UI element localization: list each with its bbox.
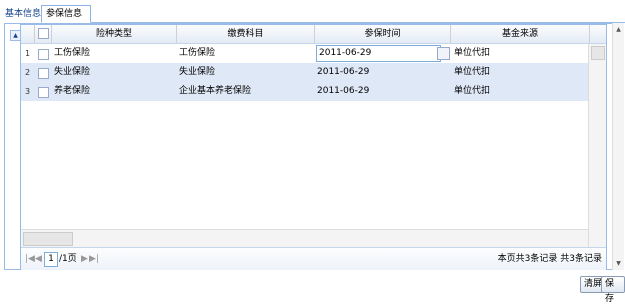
first-page-icon[interactable]: |◀ <box>25 248 35 270</box>
cell-type: 工伤保险 <box>54 48 91 58</box>
grid-horizontal-scrollbar[interactable] <box>21 229 588 247</box>
column-header-subject[interactable]: 缴费科目 <box>177 25 315 43</box>
row-number: 3 <box>24 87 31 96</box>
cell-subject: 失业保险 <box>179 67 216 77</box>
tab-bar: 基本信息 参保信息 <box>0 0 625 23</box>
page-vertical-scrollbar[interactable]: ▲ ▼ <box>612 23 624 270</box>
date-editor-value: 2011-06-29 <box>319 48 372 58</box>
date-editor-field[interactable]: 2011-06-29 <box>316 45 441 62</box>
row-number-header <box>21 25 35 43</box>
cell-subject: 工伤保险 <box>179 48 216 58</box>
next-page-icon[interactable]: ▶ <box>81 248 88 270</box>
total-pages-label: /1页 <box>59 254 77 264</box>
page-number-input[interactable]: 1 <box>44 252 58 267</box>
column-header-type[interactable]: 险种类型 <box>52 25 177 43</box>
calendar-icon[interactable] <box>437 47 450 60</box>
save-button[interactable]: 保存 <box>601 276 625 304</box>
grid-header: 险种类型 缴费科目 参保时间 基金来源 <box>21 25 606 44</box>
cell-source: 单位代扣 <box>454 67 491 77</box>
table-row[interactable]: 3 养老保险 企业基本养老保险 2011-06-29 单位代扣 <box>21 82 588 101</box>
row-number: 1 <box>24 49 31 58</box>
tab-insurance-info[interactable]: 参保信息 <box>41 5 91 23</box>
column-header-date[interactable]: 参保时间 <box>315 25 451 43</box>
cell-type: 失业保险 <box>54 67 91 77</box>
table-row[interactable]: 1 工伤保险 工伤保险 2011-06-29 单位代扣 <box>21 44 588 63</box>
insurance-grid: 险种类型 缴费科目 参保时间 基金来源 1 工伤保险 工伤保险 2011-06-… <box>20 24 607 270</box>
column-header-source[interactable]: 基金来源 <box>451 25 590 43</box>
row-checkbox[interactable] <box>38 68 49 79</box>
grid-vertical-scrollbar[interactable] <box>588 44 606 247</box>
row-checkbox[interactable] <box>38 87 49 98</box>
cell-source: 单位代扣 <box>454 86 491 96</box>
scroll-up-icon[interactable]: ▲ <box>614 25 623 34</box>
grid-horizontal-thumb[interactable] <box>23 232 73 246</box>
table-row[interactable]: 2 失业保险 失业保险 2011-06-29 单位代扣 <box>21 63 588 82</box>
cell-date: 2011-06-29 <box>317 67 370 77</box>
grid-vertical-thumb[interactable] <box>591 46 605 60</box>
cell-subject: 企业基本养老保险 <box>179 86 252 96</box>
cell-date: 2011-06-29 <box>317 86 370 96</box>
select-all-checkbox[interactable] <box>38 28 49 39</box>
pagination-bar: |◀ ◀ 1 /1页 ▶ ▶| 本页共3条记录 共3条记录 <box>21 247 606 270</box>
scroll-down-icon[interactable]: ▼ <box>614 259 623 268</box>
row-number: 2 <box>24 68 31 77</box>
prev-page-icon[interactable]: ◀ <box>35 248 42 270</box>
cell-type: 养老保险 <box>54 86 91 96</box>
row-checkbox[interactable] <box>38 49 49 60</box>
cell-source: 单位代扣 <box>454 48 491 58</box>
last-page-icon[interactable]: ▶| <box>89 248 99 270</box>
record-summary: 本页共3条记录 共3条记录 <box>497 254 602 264</box>
select-all-header <box>35 25 52 43</box>
